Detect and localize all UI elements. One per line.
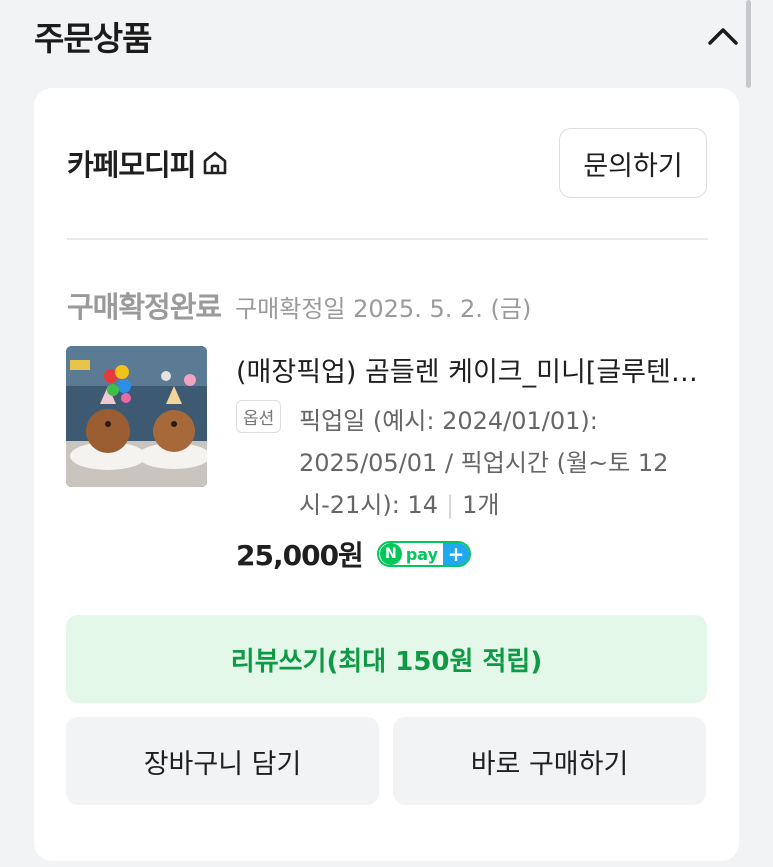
price: 25,000원: [236, 539, 364, 572]
home-icon: [204, 151, 227, 175]
seller-name: 카페모디피: [67, 148, 196, 182]
product-thumbnail[interactable]: [66, 346, 207, 487]
write-review-button[interactable]: 리뷰쓰기(최대 150원 적립): [66, 615, 707, 703]
chevron-up-icon: [708, 28, 738, 45]
npay-plus-badge: N pay +: [376, 541, 471, 567]
product-image: [66, 346, 207, 487]
order-card: 카페모디피 문의하기 구매확정완료 구매확정일 2025. 5. 2. (금): [34, 88, 739, 861]
separator: |: [445, 491, 455, 519]
buy-now-button[interactable]: 바로 구매하기: [393, 717, 706, 805]
confirmed-date: 구매확정일 2025. 5. 2. (금): [235, 295, 532, 323]
seller-row: 카페모디피 문의하기: [67, 128, 707, 198]
inquiry-button[interactable]: 문의하기: [559, 128, 707, 198]
option-badge: 옵션: [236, 400, 282, 433]
order-status-row: 구매확정완료 구매확정일 2025. 5. 2. (금): [67, 284, 531, 326]
divider: [67, 238, 708, 240]
option-detail: 픽업일 (예시: 2024/01/01): 2025/05/01 / 픽업시간 …: [299, 400, 711, 526]
seller-link[interactable]: 카페모디피: [67, 142, 229, 184]
plus-icon: +: [443, 543, 469, 565]
section-header: 주문상품: [34, 10, 743, 62]
order-status: 구매확정완료: [67, 290, 222, 324]
page: 주문상품 카페모디피 문의하기 구매확정완료 구매확정일 2025. 5. 2.…: [0, 0, 773, 867]
collapse-button[interactable]: [703, 16, 743, 56]
scrollbar[interactable]: [746, 0, 751, 88]
price-row: 25,000원 N pay +: [236, 534, 471, 574]
npay-n-icon: N: [379, 543, 402, 565]
quantity: 1개: [462, 491, 500, 519]
product-name[interactable]: (매장픽업) 곰들렌 케이크_미니[글루텐프리]: [236, 350, 706, 389]
npay-text: pay: [405, 544, 438, 564]
add-to-cart-button[interactable]: 장바구니 담기: [66, 717, 379, 805]
section-title: 주문상품: [34, 19, 152, 58]
